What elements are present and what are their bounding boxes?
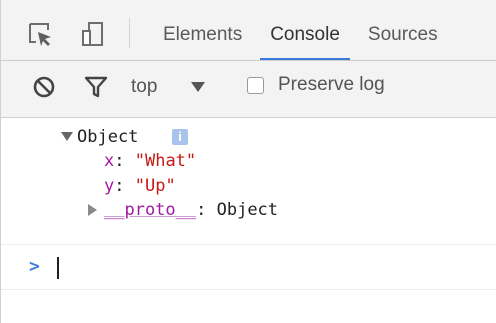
dropdown-arrow-icon [191,82,206,92]
property-key: x [104,151,115,171]
property-row: y: "Up" [104,175,176,197]
proto-value: Object [216,200,279,220]
preserve-log-label: Preserve log [278,74,385,95]
console-prompt[interactable]: > [1,245,496,290]
object-label[interactable]: Object [77,126,138,148]
tab-list: Elements Console Sources [149,0,452,60]
expand-triangle-icon[interactable] [88,204,97,216]
devtools-tabbar: Elements Console Sources [1,0,496,61]
proto-row[interactable]: __proto__: Object [104,199,278,221]
tab-elements[interactable]: Elements [149,0,256,60]
context-value: top [131,76,158,97]
property-value: "Up" [134,176,176,196]
text-caret [57,257,59,279]
log-entry: Object i x: "What" y: "Up" __proto__: Ob… [1,118,496,245]
proto-key: __proto__ [104,200,197,220]
prompt-chevron-icon: > [29,256,40,277]
property-row: x: "What" [104,150,196,172]
preserve-log-checkbox[interactable] [247,76,264,94]
info-icon[interactable]: i [172,129,188,145]
tab-separator [129,18,130,48]
collapse-triangle-icon[interactable] [61,132,73,141]
property-colon: : [114,151,135,171]
devtools-panel: Elements Console Sources top Preserve lo… [0,0,496,323]
device-toggle-icon[interactable] [80,21,106,47]
inspect-element-icon[interactable] [27,21,53,47]
filter-icon[interactable] [83,74,109,100]
preserve-log-option[interactable]: Preserve log [247,74,385,96]
console-output: Object i x: "What" y: "Up" __proto__: Ob… [1,118,496,290]
console-toolbar: top Preserve log [1,61,496,118]
context-selector[interactable]: top [131,70,206,104]
proto-colon: : [196,200,217,220]
property-colon: : [114,176,135,196]
clear-console-icon[interactable] [31,74,57,100]
tab-console[interactable]: Console [256,0,354,60]
property-value: "What" [134,151,197,171]
tab-sources[interactable]: Sources [354,0,452,60]
property-key: y [104,176,115,196]
